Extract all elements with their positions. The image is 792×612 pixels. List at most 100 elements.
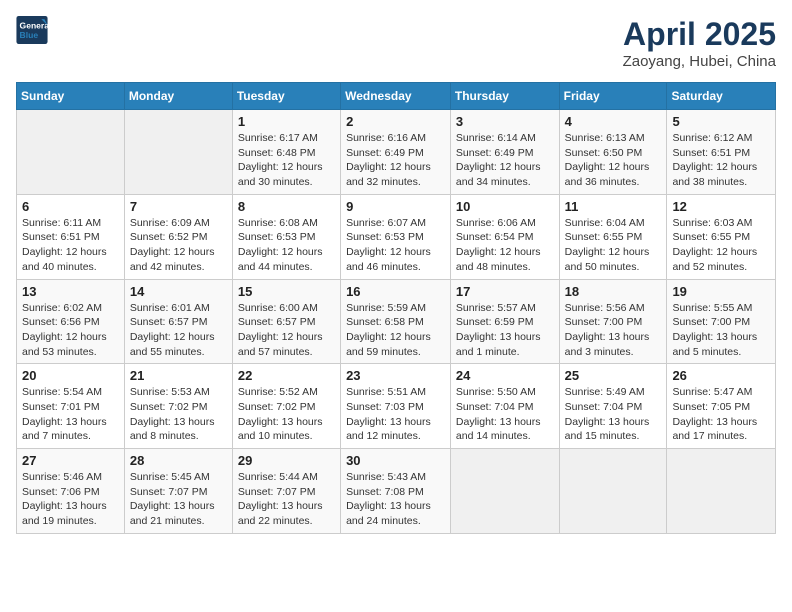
calendar-cell: 8 Sunrise: 6:08 AM Sunset: 6:53 PM Daylig…: [232, 194, 340, 279]
day-number: 28: [130, 453, 227, 468]
cell-info: Sunrise: 5:50 AM Sunset: 7:04 PM Dayligh…: [456, 385, 554, 444]
cell-info: Sunrise: 5:49 AM Sunset: 7:04 PM Dayligh…: [565, 385, 662, 444]
calendar-cell: 28 Sunrise: 5:45 AM Sunset: 7:07 PM Dayli…: [124, 449, 232, 534]
cell-info: Sunrise: 6:01 AM Sunset: 6:57 PM Dayligh…: [130, 301, 227, 360]
day-number: 8: [238, 199, 335, 214]
calendar-cell: 2 Sunrise: 6:16 AM Sunset: 6:49 PM Daylig…: [341, 110, 451, 195]
calendar-cell: 18 Sunrise: 5:56 AM Sunset: 7:00 PM Dayli…: [559, 279, 667, 364]
cell-info: Sunrise: 5:45 AM Sunset: 7:07 PM Dayligh…: [130, 470, 227, 529]
calendar-cell: 17 Sunrise: 5:57 AM Sunset: 6:59 PM Dayli…: [450, 279, 559, 364]
cell-info: Sunrise: 6:16 AM Sunset: 6:49 PM Dayligh…: [346, 131, 445, 190]
calendar-cell: 9 Sunrise: 6:07 AM Sunset: 6:53 PM Daylig…: [341, 194, 451, 279]
calendar-cell: 23Sunrise: 5:51 AM Sunset: 7:03 PM Dayli…: [341, 364, 451, 449]
day-of-week-header: Monday: [124, 83, 232, 110]
calendar-cell: 19Sunrise: 5:55 AM Sunset: 7:00 PM Dayli…: [667, 279, 776, 364]
cell-info: Sunrise: 6:13 AM Sunset: 6:50 PM Dayligh…: [565, 131, 662, 190]
calendar-cell: 7Sunrise: 6:09 AM Sunset: 6:52 PM Daylig…: [124, 194, 232, 279]
calendar-week-row: 20 Sunrise: 5:54 AM Sunset: 7:01 PM Dayli…: [17, 364, 776, 449]
calendar-cell: 4 Sunrise: 6:13 AM Sunset: 6:50 PM Daylig…: [559, 110, 667, 195]
calendar-cell: 13 Sunrise: 6:02 AM Sunset: 6:56 PM Dayli…: [17, 279, 125, 364]
day-number: 13: [22, 284, 119, 299]
svg-text:General: General: [20, 20, 48, 30]
calendar-cell: 6Sunrise: 6:11 AM Sunset: 6:51 PM Daylig…: [17, 194, 125, 279]
calendar-table: SundayMondayTuesdayWednesdayThursdayFrid…: [16, 82, 776, 534]
calendar-cell: 27 Sunrise: 5:46 AM Sunset: 7:06 PM Dayli…: [17, 449, 125, 534]
calendar-cell: 22 Sunrise: 5:52 AM Sunset: 7:02 PM Dayli…: [232, 364, 340, 449]
cell-info: Sunrise: 5:43 AM Sunset: 7:08 PM Dayligh…: [346, 470, 445, 529]
calendar-cell: 10 Sunrise: 6:06 AM Sunset: 6:54 PM Dayli…: [450, 194, 559, 279]
cell-info: Sunrise: 6:11 AM Sunset: 6:51 PM Dayligh…: [22, 216, 119, 275]
calendar-cell: 25 Sunrise: 5:49 AM Sunset: 7:04 PM Dayli…: [559, 364, 667, 449]
logo-icon: General Blue: [16, 16, 48, 44]
day-of-week-header: Friday: [559, 83, 667, 110]
day-number: 10: [456, 199, 554, 214]
cell-info: Sunrise: 6:03 AM Sunset: 6:55 PM Dayligh…: [672, 216, 770, 275]
cell-info: Sunrise: 6:00 AM Sunset: 6:57 PM Dayligh…: [238, 301, 335, 360]
day-number: 17: [456, 284, 554, 299]
cell-info: Sunrise: 5:53 AM Sunset: 7:02 PM Dayligh…: [130, 385, 227, 444]
day-number: 3: [456, 114, 554, 129]
day-of-week-header: Saturday: [667, 83, 776, 110]
cell-info: Sunrise: 5:47 AM Sunset: 7:05 PM Dayligh…: [672, 385, 770, 444]
calendar-cell: [667, 449, 776, 534]
calendar-cell: 20 Sunrise: 5:54 AM Sunset: 7:01 PM Dayli…: [17, 364, 125, 449]
calendar-week-row: 13 Sunrise: 6:02 AM Sunset: 6:56 PM Dayli…: [17, 279, 776, 364]
cell-info: Sunrise: 5:44 AM Sunset: 7:07 PM Dayligh…: [238, 470, 335, 529]
day-number: 27: [22, 453, 119, 468]
calendar-cell: 1Sunrise: 6:17 AM Sunset: 6:48 PM Daylig…: [232, 110, 340, 195]
day-number: 5: [672, 114, 770, 129]
day-number: 20: [22, 368, 119, 383]
day-number: 9: [346, 199, 445, 214]
calendar-cell: [17, 110, 125, 195]
calendar-cell: [124, 110, 232, 195]
calendar-body: 1Sunrise: 6:17 AM Sunset: 6:48 PM Daylig…: [17, 110, 776, 534]
cell-info: Sunrise: 5:52 AM Sunset: 7:02 PM Dayligh…: [238, 385, 335, 444]
logo: General Blue: [16, 16, 50, 44]
day-number: 24: [456, 368, 554, 383]
day-number: 25: [565, 368, 662, 383]
calendar-cell: [559, 449, 667, 534]
cell-info: Sunrise: 5:54 AM Sunset: 7:01 PM Dayligh…: [22, 385, 119, 444]
cell-info: Sunrise: 5:46 AM Sunset: 7:06 PM Dayligh…: [22, 470, 119, 529]
cell-info: Sunrise: 5:57 AM Sunset: 6:59 PM Dayligh…: [456, 301, 554, 360]
day-number: 11: [565, 199, 662, 214]
calendar-cell: 3Sunrise: 6:14 AM Sunset: 6:49 PM Daylig…: [450, 110, 559, 195]
calendar-cell: 29 Sunrise: 5:44 AM Sunset: 7:07 PM Dayli…: [232, 449, 340, 534]
day-number: 30: [346, 453, 445, 468]
main-title: April 2025: [623, 16, 776, 53]
cell-info: Sunrise: 6:09 AM Sunset: 6:52 PM Dayligh…: [130, 216, 227, 275]
calendar-cell: 21 Sunrise: 5:53 AM Sunset: 7:02 PM Dayli…: [124, 364, 232, 449]
day-number: 1: [238, 114, 335, 129]
day-number: 23: [346, 368, 445, 383]
day-number: 4: [565, 114, 662, 129]
header: General Blue April 2025 Zaoyang, Hubei, …: [16, 16, 776, 70]
day-number: 15: [238, 284, 335, 299]
day-number: 26: [672, 368, 770, 383]
cell-info: Sunrise: 6:06 AM Sunset: 6:54 PM Dayligh…: [456, 216, 554, 275]
cell-info: Sunrise: 6:12 AM Sunset: 6:51 PM Dayligh…: [672, 131, 770, 190]
cell-info: Sunrise: 6:07 AM Sunset: 6:53 PM Dayligh…: [346, 216, 445, 275]
cell-info: Sunrise: 6:08 AM Sunset: 6:53 PM Dayligh…: [238, 216, 335, 275]
day-of-week-header: Sunday: [17, 83, 125, 110]
day-number: 18: [565, 284, 662, 299]
header-row: SundayMondayTuesdayWednesdayThursdayFrid…: [17, 83, 776, 110]
day-of-week-header: Thursday: [450, 83, 559, 110]
cell-info: Sunrise: 6:02 AM Sunset: 6:56 PM Dayligh…: [22, 301, 119, 360]
cell-info: Sunrise: 6:04 AM Sunset: 6:55 PM Dayligh…: [565, 216, 662, 275]
day-of-week-header: Tuesday: [232, 83, 340, 110]
day-number: 12: [672, 199, 770, 214]
calendar-cell: 5 Sunrise: 6:12 AM Sunset: 6:51 PM Daylig…: [667, 110, 776, 195]
day-number: 2: [346, 114, 445, 129]
calendar-cell: 16Sunrise: 5:59 AM Sunset: 6:58 PM Dayli…: [341, 279, 451, 364]
calendar-cell: 14 Sunrise: 6:01 AM Sunset: 6:57 PM Dayli…: [124, 279, 232, 364]
calendar-week-row: 1Sunrise: 6:17 AM Sunset: 6:48 PM Daylig…: [17, 110, 776, 195]
day-number: 21: [130, 368, 227, 383]
calendar-cell: 15 Sunrise: 6:00 AM Sunset: 6:57 PM Dayli…: [232, 279, 340, 364]
day-number: 22: [238, 368, 335, 383]
day-number: 29: [238, 453, 335, 468]
calendar-week-row: 27 Sunrise: 5:46 AM Sunset: 7:06 PM Dayli…: [17, 449, 776, 534]
day-of-week-header: Wednesday: [341, 83, 451, 110]
day-number: 14: [130, 284, 227, 299]
day-number: 16: [346, 284, 445, 299]
cell-info: Sunrise: 5:56 AM Sunset: 7:00 PM Dayligh…: [565, 301, 662, 360]
